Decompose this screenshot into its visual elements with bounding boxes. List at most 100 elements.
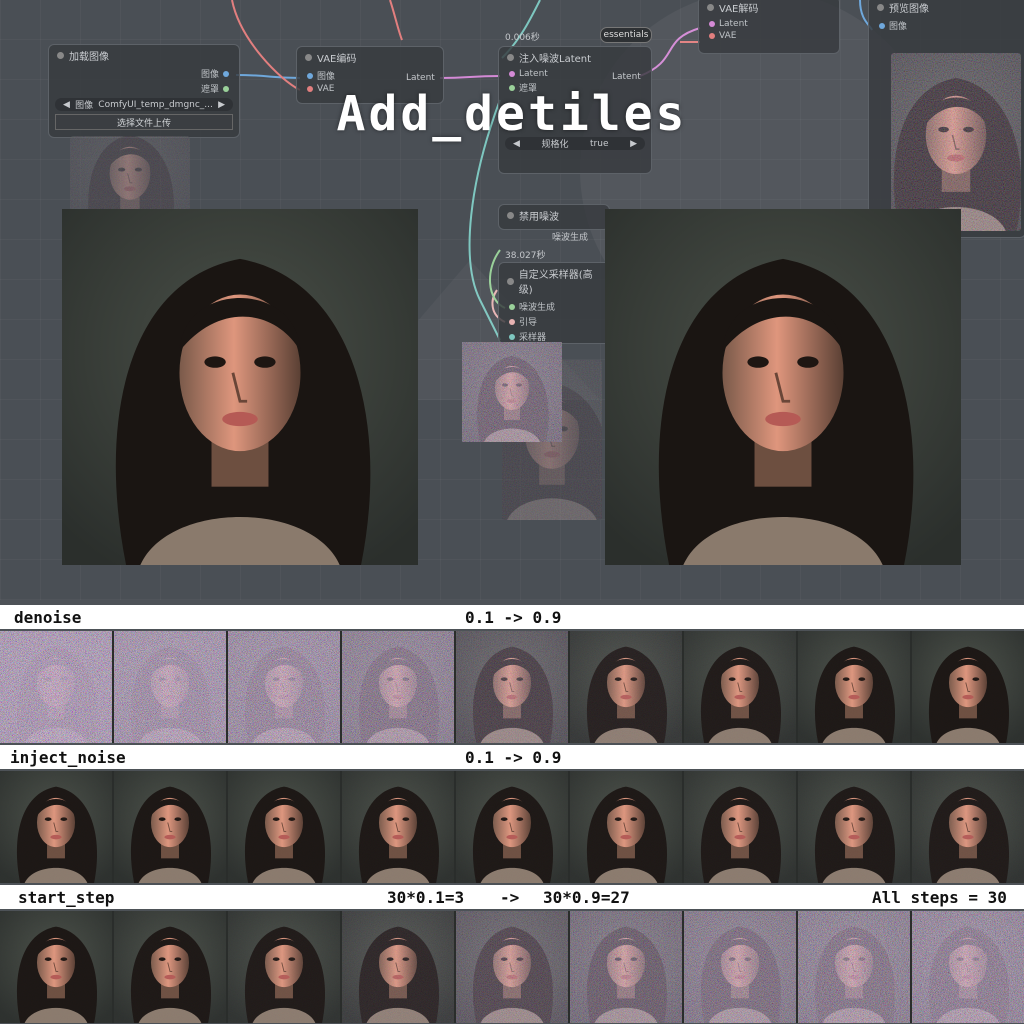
slot-label: Latent bbox=[519, 69, 548, 79]
node-title-text: VAE解码 bbox=[719, 4, 759, 15]
portrait-drawing bbox=[912, 631, 1024, 743]
disable-noise-node-title: 禁用噪波 bbox=[499, 205, 609, 226]
slot-label: 引导 bbox=[519, 318, 538, 328]
formula-result: =27 bbox=[600, 888, 630, 907]
portrait-drawing bbox=[62, 209, 418, 565]
connector-icon bbox=[509, 318, 515, 325]
background-portrait-faded bbox=[70, 136, 190, 220]
strip-frame bbox=[114, 771, 226, 883]
node-title-text: 自定义采样器(高级) bbox=[518, 270, 593, 296]
portrait-drawing bbox=[114, 631, 226, 743]
portrait-drawing bbox=[798, 771, 910, 883]
range-arrow: -> bbox=[500, 888, 520, 907]
strip-frame bbox=[0, 631, 112, 743]
start-step-strip bbox=[0, 911, 1024, 1023]
essentials-badge: essentials bbox=[600, 27, 652, 43]
range-from: 0.1 bbox=[465, 608, 494, 627]
portrait-drawing bbox=[570, 631, 682, 743]
node-status-icon bbox=[507, 212, 514, 219]
vae-encode-node-title: VAE编码 bbox=[297, 47, 443, 68]
connector-icon bbox=[223, 70, 229, 77]
portrait-drawing bbox=[228, 631, 340, 743]
slot-label: Latent bbox=[719, 19, 748, 29]
strip-frame bbox=[228, 631, 340, 743]
input-slot-noise[interactable]: 噪波生成 bbox=[499, 299, 611, 314]
input-slot-vae[interactable]: VAE bbox=[699, 30, 839, 42]
node-title-text: 加载图像 bbox=[69, 52, 109, 63]
inject-noise-node-title: 注入噪波Latent bbox=[499, 47, 651, 68]
portrait-drawing bbox=[456, 911, 568, 1023]
strip-frame bbox=[342, 771, 454, 883]
portrait-drawing bbox=[798, 631, 910, 743]
strip-frame bbox=[0, 771, 112, 883]
latent-output-label: Latent bbox=[406, 73, 435, 83]
slot-label: 噪波生成 bbox=[519, 303, 556, 313]
range-to-formula: 30*0.9=27 bbox=[543, 888, 630, 907]
strip-frame bbox=[684, 631, 796, 743]
start-step-label-bar: start_step 30*0.1=3 -> 30*0.9=27 All ste… bbox=[0, 885, 1024, 909]
all-steps-note: All steps = 30 bbox=[872, 888, 1007, 907]
node-title-text: VAE编码 bbox=[317, 54, 357, 65]
portrait-drawing bbox=[114, 911, 226, 1023]
strip-frame bbox=[798, 631, 910, 743]
node-title-text: 禁用噪波 bbox=[519, 212, 559, 223]
strip-frame bbox=[684, 771, 796, 883]
noise-injected-thumbnail bbox=[462, 342, 562, 442]
original-portrait bbox=[62, 209, 418, 565]
strip-frame bbox=[456, 631, 568, 743]
slot-label: 图像 bbox=[200, 70, 219, 80]
range-from-formula: 30*0.1=3 bbox=[387, 888, 464, 907]
vae-decode-node-title: VAE解码 bbox=[699, 0, 839, 18]
latent-output-label: Latent bbox=[612, 72, 641, 82]
connector-icon bbox=[709, 33, 715, 39]
portrait-drawing bbox=[684, 771, 796, 883]
strip-label: inject_noise bbox=[10, 748, 126, 767]
strip-label: denoise bbox=[14, 608, 82, 627]
preview-node-title: 预览图像 bbox=[869, 0, 1024, 18]
inject-noise-strip bbox=[0, 771, 1024, 883]
custom-sampler-node[interactable]: 自定义采样器(高级) 噪波生成 引导 采样器 bbox=[498, 262, 612, 344]
strip-frame bbox=[342, 631, 454, 743]
vae-decode-node[interactable]: VAE解码 Latent VAE bbox=[698, 0, 840, 54]
preview-image-thumbnail bbox=[891, 53, 1021, 231]
connector-icon bbox=[509, 71, 515, 77]
slot-label: VAE bbox=[719, 31, 737, 41]
connector-icon bbox=[509, 303, 515, 310]
node-status-icon bbox=[507, 277, 514, 285]
input-slot-guide[interactable]: 引导 bbox=[499, 314, 611, 329]
sampler-node-title: 自定义采样器(高级) bbox=[499, 263, 611, 299]
output-slot-image[interactable]: 图像 bbox=[49, 66, 239, 81]
strip-frame bbox=[570, 911, 682, 1023]
detailed-result-portrait bbox=[605, 209, 961, 565]
formula-prefix: 30* bbox=[543, 888, 572, 907]
strip-frame bbox=[912, 911, 1024, 1023]
range-text: 0.1 -> 0.9 bbox=[465, 748, 562, 767]
portrait-drawing bbox=[570, 771, 682, 883]
strip-frame bbox=[684, 911, 796, 1023]
strip-frame bbox=[570, 771, 682, 883]
node-status-icon bbox=[57, 52, 64, 59]
connector-icon bbox=[307, 72, 313, 79]
strip-frame bbox=[0, 911, 112, 1023]
input-slot-latent[interactable]: Latent bbox=[699, 18, 839, 30]
input-slot-image[interactable]: 图像 bbox=[869, 18, 1024, 33]
portrait-image bbox=[605, 209, 961, 565]
strip-frame bbox=[798, 771, 910, 883]
slot-label: 图像 bbox=[889, 22, 908, 32]
portrait-drawing bbox=[342, 771, 454, 883]
portrait-drawing bbox=[114, 771, 226, 883]
noise-output-label: 噪波生成 bbox=[552, 233, 589, 243]
strip-frame bbox=[342, 911, 454, 1023]
portrait-drawing bbox=[456, 631, 568, 743]
strip-label: start_step bbox=[18, 888, 115, 907]
formula-factor: 0.9 bbox=[571, 888, 601, 907]
page-title: Add_detiles bbox=[336, 86, 688, 142]
portrait-image bbox=[462, 342, 562, 442]
load-image-node-title: 加载图像 bbox=[49, 45, 239, 66]
strip-frame bbox=[912, 631, 1024, 743]
portrait-drawing bbox=[228, 911, 340, 1023]
portrait-drawing bbox=[605, 209, 961, 565]
timing-label: 38.027秒 bbox=[505, 251, 546, 261]
portrait-drawing bbox=[70, 136, 190, 220]
disable-noise-node[interactable]: 禁用噪波 bbox=[498, 204, 610, 230]
